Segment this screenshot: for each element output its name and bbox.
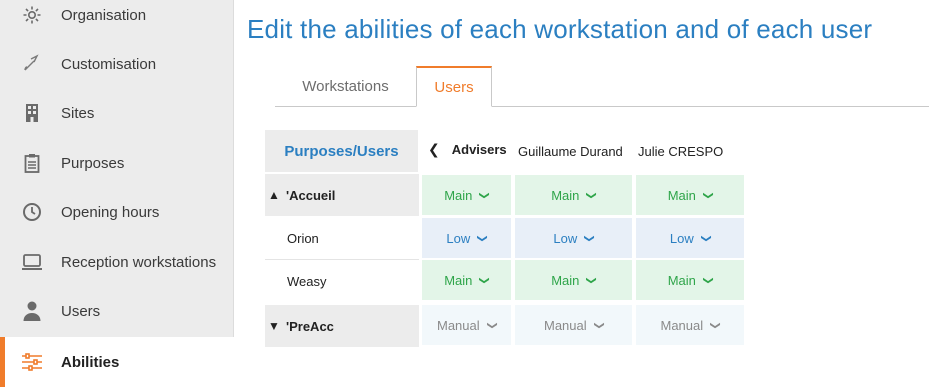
chevron-down-icon: ❯: [702, 275, 714, 285]
gear-icon: [21, 4, 43, 26]
ability-select[interactable]: Main ❯: [515, 175, 632, 215]
purpose-label: 'PreAcc: [286, 318, 334, 334]
chevron-down-icon: ❯: [700, 233, 712, 243]
brush-icon: [21, 53, 43, 75]
advisers-group-header[interactable]: ❮ Advisers: [422, 130, 514, 168]
ability-select[interactable]: Main ❯: [636, 260, 744, 300]
purpose-group-row[interactable]: ▲ 'Accueil: [265, 174, 419, 216]
sidebar-item-label: Abilities: [61, 353, 120, 371]
chevron-down-icon: ❯: [583, 233, 595, 243]
chevron-down-icon: ❯: [593, 320, 605, 330]
main-content: Edit the abilities of each workstation a…: [234, 0, 943, 387]
sidebar-item-label: Customisation: [61, 55, 157, 73]
sliders-icon: [21, 351, 43, 373]
ability-select[interactable]: Main ❯: [636, 175, 744, 215]
chevron-down-icon: ❯: [486, 320, 498, 330]
purpose-group-row[interactable]: ▼ 'PreAcc: [265, 305, 419, 347]
ability-select[interactable]: Low ❯: [422, 218, 511, 258]
sidebar-item-opening-hours[interactable]: Opening hours: [0, 188, 234, 236]
sidebar-item-label: Opening hours: [61, 203, 160, 221]
chevron-down-icon: ❯: [586, 275, 598, 285]
ability-select[interactable]: Main ❯: [422, 175, 511, 215]
sidebar-item-label: Sites: [61, 104, 95, 122]
ability-select[interactable]: Manual ❯: [636, 305, 744, 345]
sidebar-item-label: Organisation: [61, 6, 147, 24]
tab-users[interactable]: Users: [416, 66, 492, 107]
ability-select[interactable]: Manual ❯: [422, 305, 511, 345]
ability-select[interactable]: Low ❯: [636, 218, 744, 258]
chevron-down-icon: ❯: [479, 190, 491, 200]
ability-select[interactable]: Main ❯: [515, 260, 632, 300]
chevron-down-icon: ❯: [479, 275, 491, 285]
user-icon: [21, 300, 43, 322]
purpose-label: 'Accueil: [286, 187, 336, 203]
sidebar-item-label: Purposes: [61, 154, 125, 172]
chevron-up-icon: ▲: [268, 188, 280, 202]
chevron-down-icon: ❯: [709, 320, 721, 330]
sidebar-item-sites[interactable]: Sites: [0, 89, 234, 137]
chevron-down-icon: ❯: [476, 233, 488, 243]
sidebar: Organisation Customisation Sites Purpose…: [0, 0, 234, 387]
chevron-left-icon: ❮: [428, 140, 440, 157]
sidebar-item-purposes[interactable]: Purposes: [0, 139, 234, 187]
purposes-users-header: Purposes/Users: [265, 130, 418, 172]
sidebar-item-customisation[interactable]: Customisation: [0, 40, 234, 88]
clipboard-icon: [21, 152, 43, 174]
chevron-down-icon: ❯: [586, 190, 598, 200]
user-column-header: Julie CRESPO: [638, 130, 746, 172]
sidebar-item-label: Reception workstations: [61, 253, 217, 271]
sidebar-item-users[interactable]: Users: [0, 287, 234, 335]
clock-icon: [21, 201, 43, 223]
tab-workstations[interactable]: Workstations: [275, 66, 416, 107]
user-column-header: Guillaume Durand: [518, 130, 631, 172]
page-title: Edit the abilities of each workstation a…: [247, 14, 873, 44]
group-header-label: Advisers: [451, 141, 507, 157]
purpose-row: Orion: [265, 217, 419, 259]
building-icon: [21, 102, 43, 124]
sidebar-item-abilities[interactable]: Abilities: [0, 337, 234, 387]
tab-bar: Workstations Users: [275, 66, 929, 107]
ability-select[interactable]: Main ❯: [422, 260, 511, 300]
sidebar-item-organisation[interactable]: Organisation: [0, 0, 234, 39]
sidebar-item-reception-workstations[interactable]: Reception workstations: [0, 238, 234, 286]
ability-select[interactable]: Manual ❯: [515, 305, 632, 345]
chevron-down-icon: ▼: [268, 319, 280, 333]
ability-select[interactable]: Low ❯: [515, 218, 632, 258]
chevron-down-icon: ❯: [702, 190, 714, 200]
monitor-icon: [21, 251, 43, 273]
sidebar-item-label: Users: [61, 302, 101, 320]
purpose-row: Weasy: [265, 260, 419, 302]
